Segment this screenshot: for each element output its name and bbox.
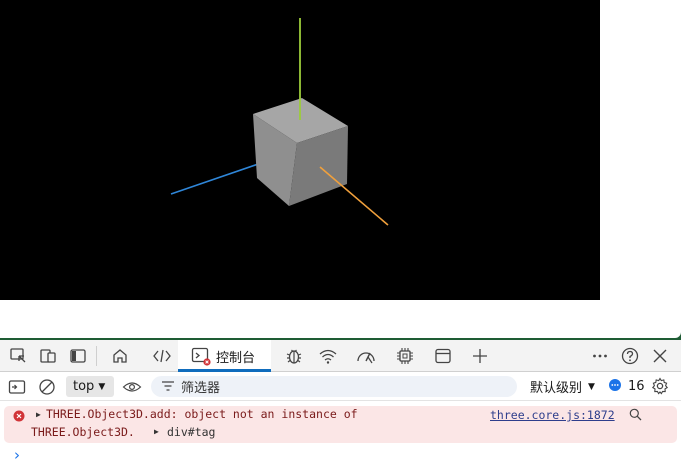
- filter-placeholder-text: 筛选器: [181, 381, 221, 396]
- application-window-icon[interactable]: [431, 344, 455, 368]
- device-emulation-icon[interactable]: [36, 344, 60, 368]
- expand-triangle-icon[interactable]: ▶: [36, 410, 41, 419]
- execution-context-value: top: [73, 379, 95, 394]
- chevron-down-icon: ▼: [588, 381, 595, 392]
- tab-console[interactable]: 控制台: [178, 340, 271, 372]
- inspect-element-icon[interactable]: [6, 344, 30, 368]
- home-icon[interactable]: [108, 344, 132, 368]
- more-tools-plus-icon[interactable]: [468, 344, 492, 368]
- scene-svg: [170, 18, 389, 226]
- close-devtools-icon[interactable]: [648, 344, 672, 368]
- console-error-message[interactable]: ▶ THREE.Object3D.add: object not an inst…: [4, 406, 677, 443]
- sources-debug-bug-icon[interactable]: [282, 344, 306, 368]
- help-question-icon[interactable]: [618, 344, 642, 368]
- memory-chip-icon[interactable]: [393, 344, 417, 368]
- message-count-badge[interactable]: 16: [608, 376, 645, 397]
- chevron-down-icon: ▼: [98, 381, 106, 392]
- toggle-sidebar-icon[interactable]: [6, 376, 28, 397]
- more-options-ellipsis-icon[interactable]: [588, 344, 612, 368]
- elements-tab-icon[interactable]: [150, 344, 174, 368]
- error-source-link[interactable]: three.core.js:1872: [490, 408, 615, 422]
- clear-console-icon[interactable]: [36, 376, 58, 397]
- devtools-toolbar: 控制台: [0, 340, 681, 372]
- tab-console-label: 控制台: [216, 351, 256, 366]
- z-axis-line: [319, 166, 389, 226]
- execution-context-select[interactable]: top ▼: [66, 376, 114, 397]
- expand-element-triangle-icon[interactable]: ▶: [154, 427, 159, 436]
- log-level-value: 默认级别: [530, 381, 583, 396]
- console-tab-icon: [191, 346, 211, 370]
- dock-side-icon[interactable]: [66, 344, 90, 368]
- page-content: [0, 0, 681, 338]
- x-axis-line: [170, 159, 271, 195]
- console-filter-bar: top ▼ 筛选器 默认级别 ▼ 16: [0, 372, 681, 401]
- threejs-canvas[interactable]: [0, 0, 600, 300]
- search-error-icon[interactable]: [629, 408, 642, 424]
- chat-bubble-icon: [608, 378, 622, 396]
- message-count-value: 16: [628, 379, 645, 394]
- console-filter-input[interactable]: 筛选器: [151, 376, 517, 397]
- performance-gauge-icon[interactable]: [354, 344, 378, 368]
- error-element-ref[interactable]: div#tag: [167, 425, 215, 439]
- log-level-select[interactable]: 默认级别 ▼: [530, 376, 595, 397]
- console-settings-gear-icon[interactable]: [649, 375, 671, 397]
- live-expression-eye-icon[interactable]: [121, 376, 143, 397]
- filter-icon: [161, 380, 175, 396]
- error-text-line2: THREE.Object3D.: [31, 425, 135, 439]
- devtools-panel: 控制台 top ▼ 筛选器 默认级别 ▼ 16 ▶ THREE.Object3D…: [0, 340, 681, 475]
- error-icon: [13, 410, 25, 425]
- console-prompt-chevron[interactable]: ›: [14, 446, 20, 464]
- network-wifi-icon[interactable]: [316, 344, 340, 368]
- error-text-line1: THREE.Object3D.add: object not an instan…: [46, 407, 358, 421]
